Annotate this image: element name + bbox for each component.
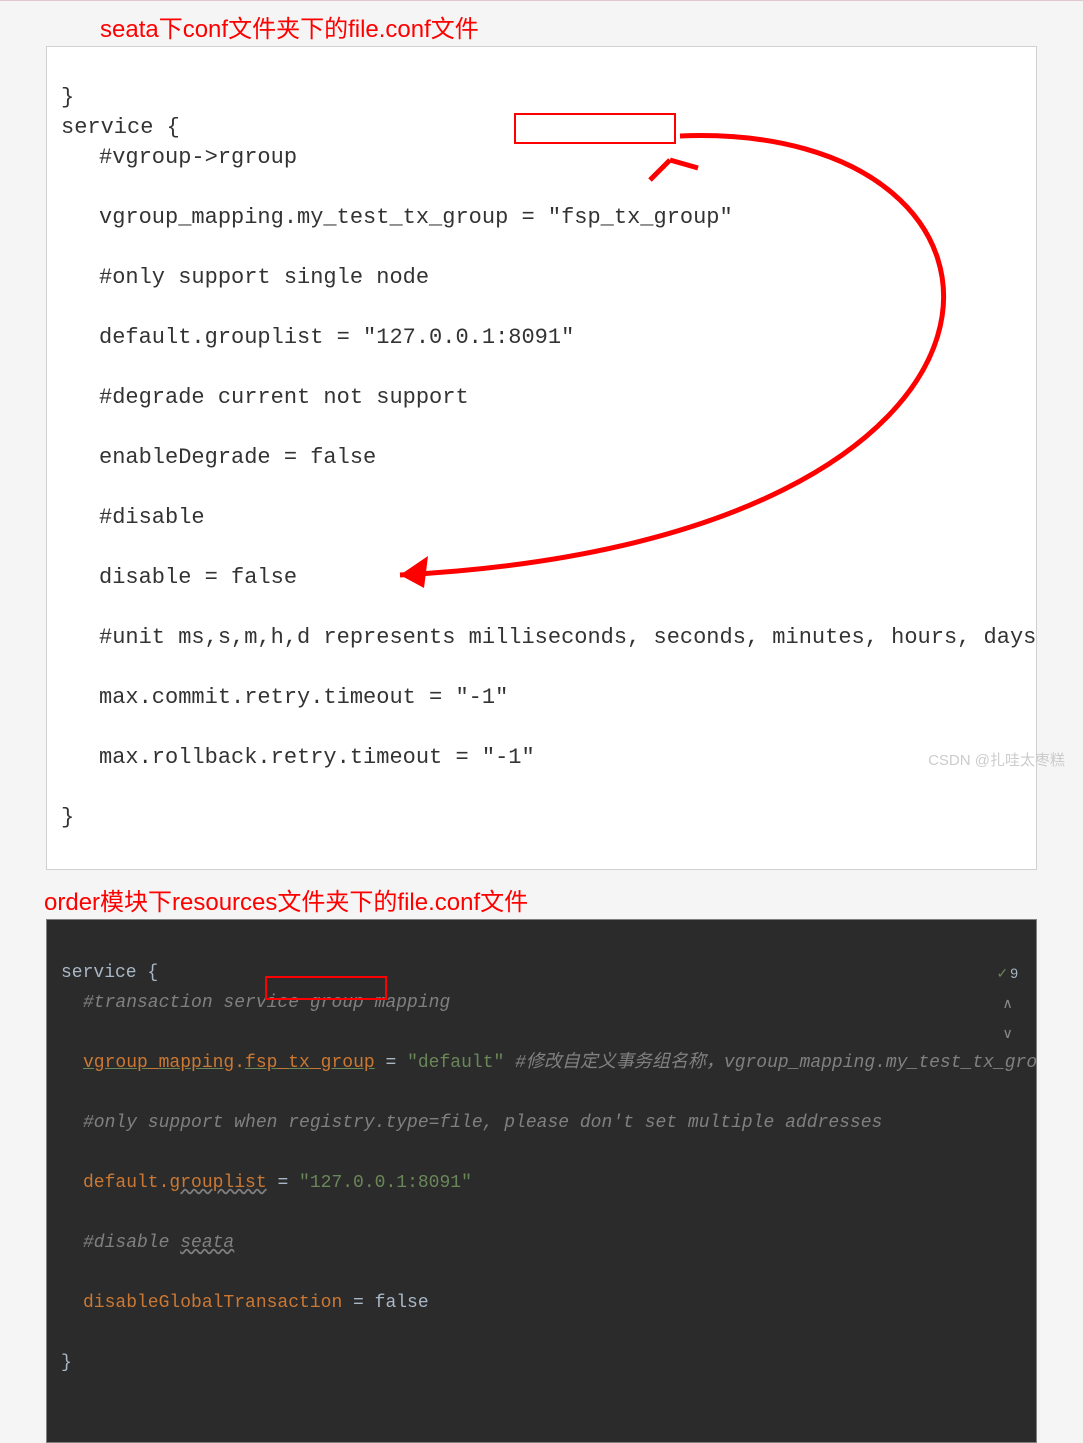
code-text: seata bbox=[180, 1233, 234, 1253]
code-line: max.rollback.retry.timeout = "-1" bbox=[99, 743, 1022, 773]
code-text: #disable bbox=[83, 1233, 180, 1253]
caption-order-resources: order模块下resources文件夹下的file.conf文件 bbox=[44, 878, 1083, 919]
code-key: grouplist bbox=[169, 1173, 266, 1193]
code-line: default.grouplist = "127.0.0.1:8091" bbox=[99, 323, 1022, 353]
code-string: "127.0.0.1:8091" bbox=[299, 1173, 472, 1193]
codebox-seata-file-conf: } service { #vgroup->rgroup vgroup_mappi… bbox=[46, 46, 1037, 870]
code-key-highlighted: fsp_tx_group bbox=[245, 1053, 375, 1073]
code-line: enableDegrade = false bbox=[99, 443, 1022, 473]
code-line: } bbox=[61, 85, 74, 110]
code-eq: = bbox=[267, 1173, 299, 1193]
code-line: #only support single node bbox=[99, 263, 1022, 293]
caption-seata-conf: seata下conf文件夹下的file.conf文件 bbox=[100, 5, 1083, 46]
nav-up-icon[interactable]: ∧ bbox=[1002, 995, 1012, 1011]
codebox-order-file-conf: service { #transaction service group map… bbox=[46, 919, 1037, 1443]
watermark: CSDN @扎哇太枣糕 bbox=[928, 749, 1065, 770]
code-line: disableGlobalTransaction = false bbox=[83, 1288, 1022, 1318]
code-comment: #only support when registry.type=file, p… bbox=[83, 1108, 1022, 1138]
code-line: } bbox=[61, 1353, 72, 1373]
code-line: #unit ms,s,m,h,d represents milliseconds… bbox=[99, 623, 1022, 653]
code-line: service { bbox=[61, 115, 180, 140]
code-line: service { bbox=[61, 963, 158, 983]
code-comment: #transaction service group mapping bbox=[83, 988, 1022, 1018]
nav-down-icon[interactable]: ∨ bbox=[1002, 1025, 1012, 1041]
status-count: 9 bbox=[1010, 965, 1018, 981]
code-line: #disable bbox=[99, 503, 1022, 533]
code-line: vgroup_mapping.fsp_tx_group = "default" … bbox=[83, 1048, 1022, 1078]
code-text: vgroup_mapping.my_test_tx_group = bbox=[99, 205, 548, 230]
code-line: #vgroup->rgroup bbox=[99, 143, 1022, 173]
code-key: default. bbox=[83, 1173, 169, 1193]
code-line: vgroup_mapping.my_test_tx_group = "fsp_t… bbox=[99, 203, 1022, 233]
code-key: disableGlobalTransaction bbox=[83, 1293, 342, 1313]
code-line: max.commit.retry.timeout = "-1" bbox=[99, 683, 1022, 713]
code-text-highlighted: "fsp_tx_group" bbox=[548, 205, 733, 230]
code-line: default.grouplist = "127.0.0.1:8091" bbox=[83, 1168, 1022, 1198]
code-comment: #修改自定义事务组名称，vgroup_mapping.my_test_tx_gr… bbox=[504, 1053, 1037, 1073]
code-eq: = bbox=[375, 1053, 407, 1073]
code-dot: . bbox=[234, 1053, 245, 1073]
code-comment: #disable seata bbox=[83, 1228, 1022, 1258]
code-line: } bbox=[61, 805, 74, 830]
annotation-box-fsp-tx-group bbox=[514, 113, 676, 144]
check-icon: ✓ bbox=[996, 965, 1008, 981]
code-line: #degrade current not support bbox=[99, 383, 1022, 413]
code-line: disable = false bbox=[99, 563, 1022, 593]
code-value: = false bbox=[342, 1293, 428, 1313]
editor-status: ✓9 ∧ ∨ bbox=[981, 928, 1018, 1078]
code-string: "default" bbox=[407, 1053, 504, 1073]
code-key: vgroup_mapping bbox=[83, 1053, 234, 1073]
